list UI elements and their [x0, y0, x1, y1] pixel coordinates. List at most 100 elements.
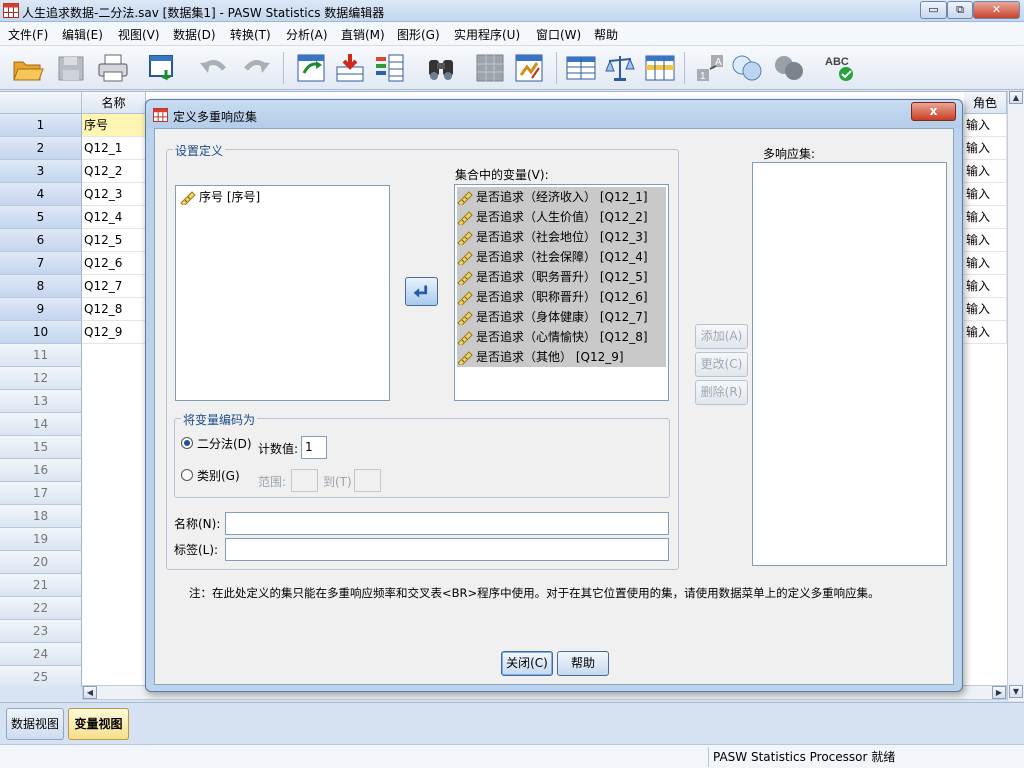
close-button[interactable]: ✕ — [973, 1, 1020, 19]
minimize-button[interactable]: ▭ — [920, 1, 947, 19]
menu-direct-marketing[interactable]: 直销(M) — [341, 26, 385, 43]
remove-button[interactable]: 删除(R) — [695, 380, 748, 405]
categories-radio[interactable] — [181, 469, 193, 481]
vertical-scrollbar[interactable]: ▲ ▼ — [1007, 91, 1024, 701]
mr-sets-list[interactable] — [752, 162, 947, 566]
row-number[interactable]: 1 — [0, 114, 82, 137]
dichotomies-label[interactable]: 二分法(D) — [197, 435, 252, 452]
cell-role[interactable]: 输入 — [964, 229, 1007, 252]
scroll-up-icon[interactable]: ▲ — [1009, 91, 1023, 104]
scroll-left-icon[interactable]: ◀ — [83, 686, 97, 699]
row-number[interactable]: 3 — [0, 160, 82, 183]
categories-label[interactable]: 类别(G) — [197, 467, 240, 484]
list-item[interactable]: 是否追求（经济收入） [Q12_1] — [457, 187, 666, 207]
menu-utilities[interactable]: 实用程序(U) — [454, 26, 520, 43]
menu-window[interactable]: 窗口(W) — [536, 26, 581, 43]
find-icon[interactable] — [424, 51, 458, 85]
set-name-input[interactable] — [225, 512, 669, 535]
row-number[interactable]: 6 — [0, 229, 82, 252]
row-number[interactable]: 9 — [0, 298, 82, 321]
range-end-input[interactable] — [354, 469, 381, 492]
row-number[interactable]: 18 — [0, 505, 82, 528]
list-item[interactable]: 是否追求（社会地位） [Q12_3] — [457, 227, 666, 247]
split-file-icon[interactable] — [564, 51, 598, 85]
cell-role[interactable]: 输入 — [964, 137, 1007, 160]
row-number[interactable]: 23 — [0, 620, 82, 643]
insert-variable-icon[interactable] — [512, 51, 546, 85]
menu-edit[interactable]: 编辑(E) — [62, 26, 103, 43]
redo-icon[interactable] — [240, 51, 274, 85]
variables-in-set-list[interactable]: 是否追求（经济收入） [Q12_1] 是否追求（人生价值） [Q12_2] 是否… — [454, 184, 669, 401]
list-item[interactable]: 是否追求（职称晋升） [Q12_6] — [457, 287, 666, 307]
cell-variable-name[interactable]: Q12_6 — [82, 252, 146, 275]
row-number[interactable]: 20 — [0, 551, 82, 574]
list-item[interactable]: 是否追求（其他） [Q12_9] — [457, 347, 666, 367]
show-all-icon[interactable] — [772, 51, 806, 85]
row-number[interactable]: 15 — [0, 436, 82, 459]
row-number[interactable]: 25 — [0, 666, 82, 687]
list-item[interactable]: 是否追求（心情愉快） [Q12_8] — [457, 327, 666, 347]
dialog-recall-icon[interactable] — [147, 51, 181, 85]
row-number[interactable]: 16 — [0, 459, 82, 482]
list-item[interactable]: 是否追求（身体健康） [Q12_7] — [457, 307, 666, 327]
print-icon[interactable] — [96, 51, 130, 85]
list-item[interactable]: 是否追求（社会保障） [Q12_4] — [457, 247, 666, 267]
scroll-down-icon[interactable]: ▼ — [1009, 685, 1023, 698]
goto-variable-icon[interactable] — [333, 51, 367, 85]
spell-check-icon[interactable]: ABC — [823, 51, 857, 85]
row-number[interactable]: 10 — [0, 321, 82, 344]
variables-icon[interactable] — [373, 51, 407, 85]
cell-variable-name[interactable]: Q12_3 — [82, 183, 146, 206]
row-number[interactable]: 11 — [0, 344, 82, 367]
scroll-right-icon[interactable]: ▶ — [992, 686, 1006, 699]
cell-variable-name[interactable]: Q12_5 — [82, 229, 146, 252]
row-number[interactable]: 12 — [0, 367, 82, 390]
list-item[interactable]: 序号 [序号] — [180, 187, 385, 207]
open-icon[interactable] — [11, 51, 45, 85]
add-button[interactable]: 添加(A) — [695, 324, 748, 349]
cell-variable-name[interactable]: Q12_7 — [82, 275, 146, 298]
cell-role[interactable]: 输入 — [964, 321, 1007, 344]
row-number[interactable]: 14 — [0, 413, 82, 436]
row-number[interactable]: 24 — [0, 643, 82, 666]
counted-value-input[interactable]: 1 — [301, 436, 327, 459]
row-number[interactable]: 5 — [0, 206, 82, 229]
cell-variable-name[interactable]: Q12_4 — [82, 206, 146, 229]
close-dialog-button[interactable]: 关闭(C) — [501, 651, 553, 676]
set-label-input[interactable] — [225, 538, 669, 561]
column-header-role[interactable]: 角色 — [964, 92, 1007, 114]
cell-role[interactable]: 输入 — [964, 114, 1007, 137]
row-number[interactable]: 22 — [0, 597, 82, 620]
menu-data[interactable]: 数据(D) — [173, 26, 216, 43]
row-number[interactable]: 21 — [0, 574, 82, 597]
save-icon[interactable] — [54, 51, 88, 85]
menu-analyze[interactable]: 分析(A) — [286, 26, 328, 43]
row-number[interactable]: 2 — [0, 137, 82, 160]
cell-variable-name[interactable]: Q12_8 — [82, 298, 146, 321]
menu-help[interactable]: 帮助 — [594, 26, 618, 43]
cell-variable-name[interactable]: Q12_9 — [82, 321, 146, 344]
row-number[interactable]: 4 — [0, 183, 82, 206]
cell-role[interactable]: 输入 — [964, 183, 1007, 206]
menu-view[interactable]: 视图(V) — [118, 26, 160, 43]
cell-variable-name[interactable]: 序号 — [82, 114, 146, 137]
menu-graphs[interactable]: 图形(G) — [397, 26, 440, 43]
menu-file[interactable]: 文件(F) — [8, 26, 48, 43]
value-labels-icon[interactable]: A1 — [694, 51, 728, 85]
goto-case-icon[interactable] — [294, 51, 328, 85]
cell-role[interactable]: 输入 — [964, 275, 1007, 298]
weight-cases-icon[interactable] — [603, 51, 637, 85]
move-variable-button[interactable] — [405, 277, 438, 306]
row-number[interactable]: 8 — [0, 275, 82, 298]
row-number[interactable]: 13 — [0, 390, 82, 413]
maximize-button[interactable]: ⧉ — [947, 1, 973, 19]
cell-role[interactable]: 输入 — [964, 252, 1007, 275]
tab-variable-view[interactable]: 变量视图 — [68, 708, 129, 740]
cell-variable-name[interactable]: Q12_1 — [82, 137, 146, 160]
row-number[interactable]: 19 — [0, 528, 82, 551]
cell-role[interactable]: 输入 — [964, 160, 1007, 183]
dichotomies-radio[interactable] — [181, 437, 193, 449]
menu-transform[interactable]: 转换(T) — [230, 26, 271, 43]
range-start-input[interactable] — [291, 469, 318, 492]
select-cases-icon[interactable] — [643, 51, 677, 85]
